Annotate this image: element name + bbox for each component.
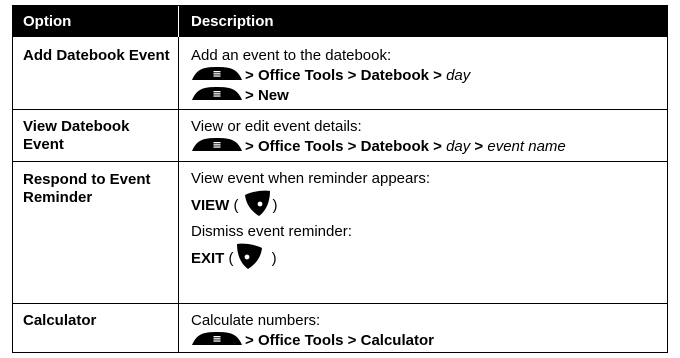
path-item: New (257, 87, 289, 104)
exit-key-line: EXIT ( ) (191, 242, 663, 275)
path-variable: event name (487, 138, 566, 155)
left-soft-key-icon (234, 242, 268, 270)
right-soft-key-icon (239, 189, 273, 217)
path-sep: > (245, 332, 258, 349)
row-calculator-description: Calculate numbers: > Office Tools > Calc… (191, 311, 663, 351)
description-text: Dismiss event reminder: (191, 223, 352, 240)
paren-open: ( (229, 197, 239, 214)
path-sep: > (245, 67, 258, 84)
description-text: View or edit event details: (191, 118, 362, 135)
paren-open: ( (224, 250, 234, 267)
path-sep: > (245, 87, 258, 104)
paren-close: ) (267, 250, 277, 267)
menu-key-icon (191, 331, 243, 346)
path-item: Datebook (360, 67, 429, 84)
view-key-line: VIEW () (191, 189, 663, 222)
path-sep: > (428, 138, 447, 155)
row-event-reminder-description: View event when reminder appears: VIEW (… (191, 169, 663, 275)
row-divider (13, 109, 667, 110)
header-description: Description (179, 6, 667, 37)
options-table: Option Description Add Datebook Event Ad… (12, 5, 668, 353)
row-event-reminder-option: Respond to Event Reminder (23, 171, 151, 206)
path-variable: day (446, 138, 471, 155)
menu-path: > Office Tools > Datebook > day > event … (191, 137, 663, 157)
path-item: Datebook (360, 138, 429, 155)
path-sep: > (428, 67, 447, 84)
menu-key-icon (191, 137, 243, 152)
view-label: VIEW (191, 197, 230, 214)
menu-key-icon (191, 66, 243, 81)
menu-path: > Office Tools > Calculator (191, 331, 663, 351)
header-option: Option (13, 6, 179, 37)
row-view-datebook-option: View Datebook Event (23, 118, 130, 153)
menu-key-icon (191, 86, 243, 101)
path-item: Calculator (360, 332, 434, 349)
path-sep: > (343, 67, 361, 84)
row-add-datebook-description: Add an event to the datebook: > Office T… (191, 46, 663, 106)
description-text: View event when reminder appears: (191, 170, 431, 187)
description-text: Add an event to the datebook: (191, 47, 392, 64)
row-add-datebook-option: Add Datebook Event (23, 47, 170, 64)
path-variable: day (446, 67, 471, 84)
row-divider (13, 303, 667, 304)
path-sep: > (245, 138, 258, 155)
menu-path: > New (191, 86, 663, 106)
column-divider (178, 37, 179, 352)
paren-close: ) (272, 197, 278, 214)
path-item: Office Tools (257, 67, 344, 84)
row-view-datebook-description: View or edit event details: > Office Too… (191, 117, 663, 157)
exit-label: EXIT (191, 250, 225, 267)
path-sep: > (343, 332, 361, 349)
row-calculator-option: Calculator (23, 312, 97, 329)
path-item: Office Tools (257, 138, 344, 155)
description-text: Calculate numbers: (191, 312, 321, 329)
menu-path: > Office Tools > Datebook > day (191, 66, 663, 86)
path-sep: > (470, 138, 488, 155)
path-item: Office Tools (257, 332, 344, 349)
path-sep: > (343, 138, 361, 155)
row-divider (13, 161, 667, 162)
